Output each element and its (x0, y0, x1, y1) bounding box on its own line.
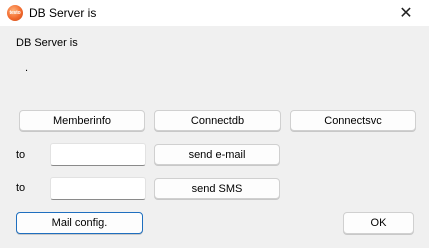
window-title: DB Server is (29, 6, 97, 20)
ok-button[interactable]: OK (343, 212, 414, 234)
close-button[interactable]: ✕ (383, 0, 429, 26)
send-email-button[interactable]: send e-mail (154, 144, 280, 165)
testo-app-icon: testo (7, 5, 23, 21)
connectdb-button[interactable]: Connectdb (154, 110, 281, 131)
email-to-label: to (16, 149, 26, 161)
memberinfo-button[interactable]: Memberinfo (19, 110, 145, 131)
sms-to-field[interactable] (50, 177, 146, 200)
status-detail: . (25, 62, 29, 74)
send-sms-button[interactable]: send SMS (154, 178, 280, 199)
close-icon: ✕ (399, 5, 413, 22)
title-bar[interactable]: testo DB Server is ✕ (0, 0, 429, 26)
email-to-field[interactable] (50, 143, 146, 166)
connectsvc-button[interactable]: Connectsvc (290, 110, 416, 131)
status-message: DB Server is (16, 37, 78, 49)
mail-config-button[interactable]: Mail config. (16, 212, 143, 234)
app-icon-text: testo (9, 10, 21, 16)
sms-to-label: to (16, 182, 26, 194)
